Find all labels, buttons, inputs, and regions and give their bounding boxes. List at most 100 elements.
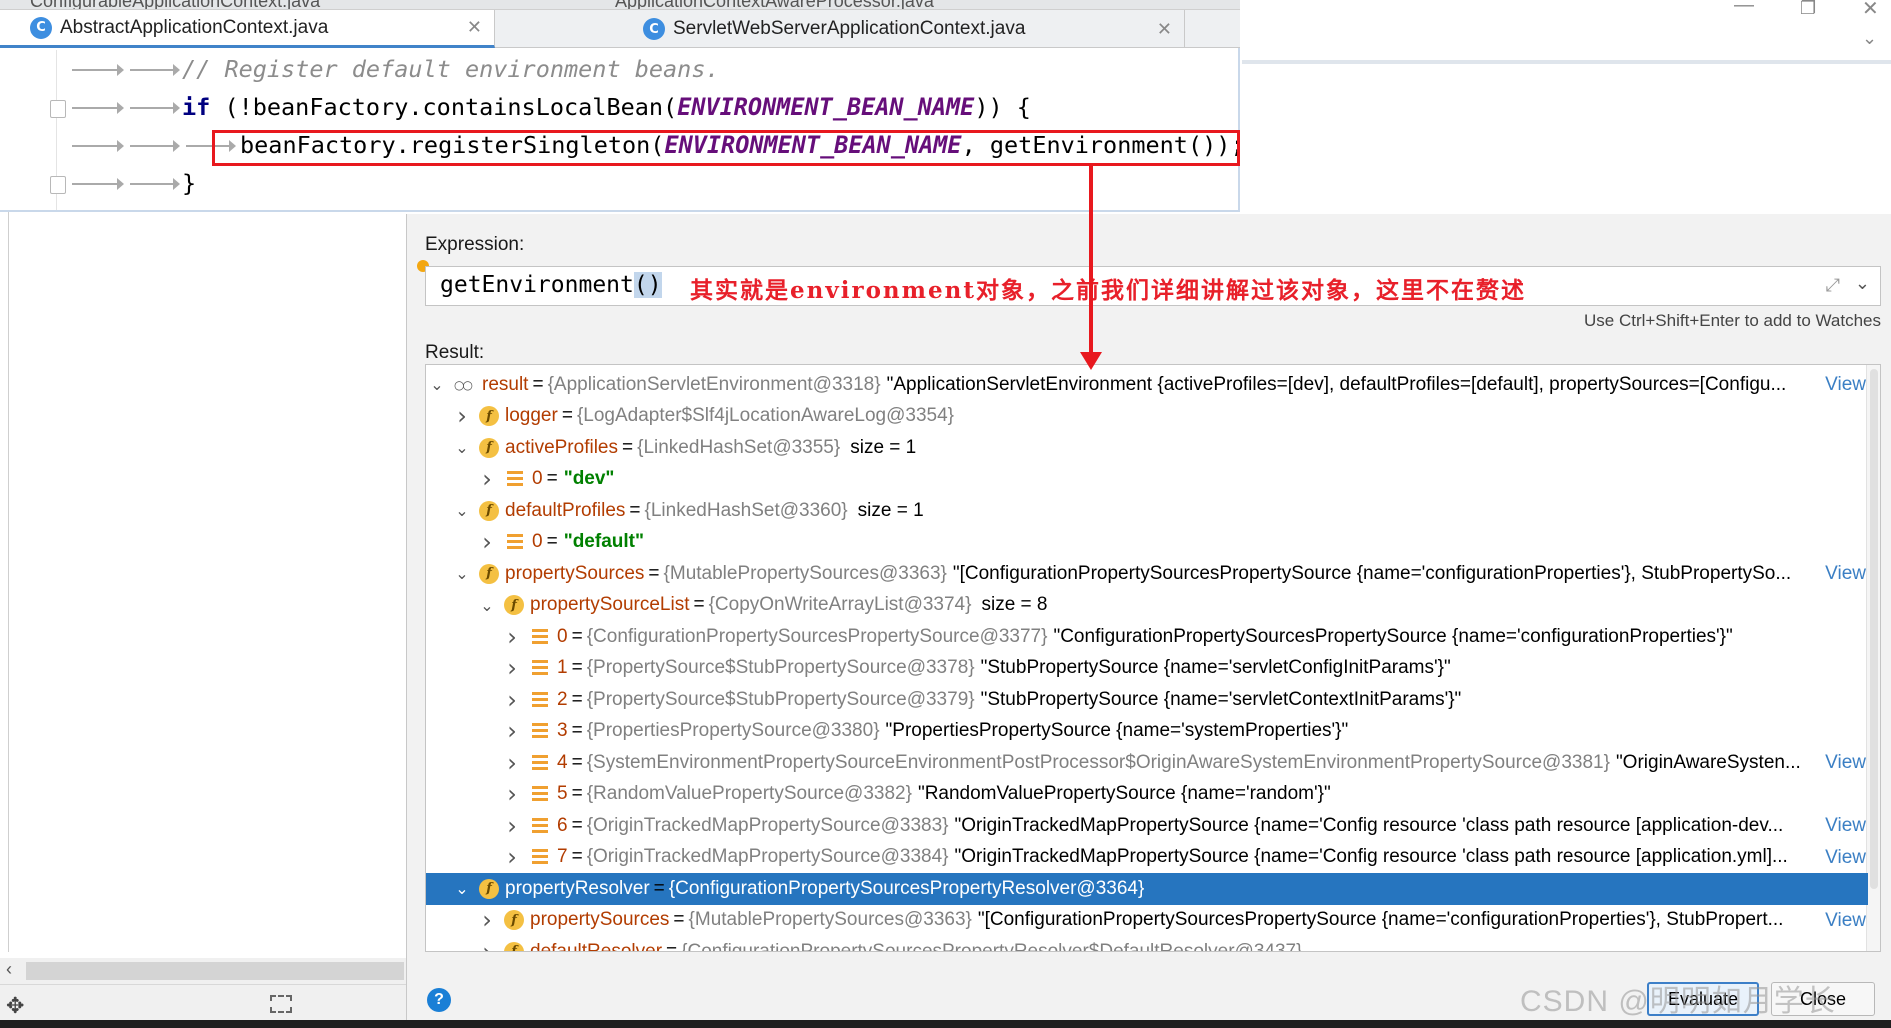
view-link[interactable]: View — [1805, 747, 1866, 779]
tab-abstract-application-context[interactable]: C AbstractApplicationContext.java ✕ — [0, 10, 495, 48]
fold-icon[interactable] — [50, 176, 66, 194]
chevron-right-icon[interactable]: › — [478, 906, 496, 934]
equals-sign: = — [653, 877, 665, 899]
result-tree[interactable]: ⌄ ○○ result = {ApplicationServletEnvironment… — [425, 364, 1881, 952]
tree-row[interactable]: ⌄ f defaultProfiles = {LinkedHashSet@3360} si… — [426, 495, 1868, 527]
chevron-right-icon[interactable]: › — [503, 812, 521, 840]
tree-row[interactable]: › f logger = {LogAdapter$Slf4jLocationAwareL… — [426, 401, 1868, 433]
close-icon[interactable]: ✕ — [467, 17, 482, 38]
expand-icon[interactable]: ⤢ — [1826, 275, 1840, 296]
object-id: {SystemEnvironmentPropertySourceEnvironm… — [586, 751, 1610, 773]
equals-sign: = — [693, 594, 705, 616]
variable-name: 3 — [557, 720, 568, 742]
scrollbar-thumb[interactable] — [26, 962, 404, 980]
chevron-right-icon[interactable]: › — [503, 686, 521, 714]
view-link[interactable]: View — [1805, 810, 1866, 842]
tree-row[interactable]: ⌄ f propertySources = {MutablePropertySource… — [426, 558, 1868, 590]
object-id: {ApplicationServletEnvironment@3318} — [547, 373, 881, 395]
variable-name: 6 — [557, 814, 568, 836]
equals-sign: = — [571, 720, 583, 742]
chevron-right-icon[interactable]: › — [503, 780, 521, 808]
tree-row[interactable]: › 0 = "default" — [426, 527, 1868, 559]
tree-row[interactable]: ⌄ ○○ result = {ApplicationServletEnvironment… — [426, 369, 1868, 401]
variable-name: propertySources — [530, 909, 670, 931]
fold-icon[interactable] — [50, 100, 66, 118]
chevron-right-icon[interactable]: › — [478, 528, 496, 556]
tree-row[interactable]: › 4 = {SystemEnvironmentPropertySourceEnvir… — [426, 747, 1868, 779]
array-element-icon — [532, 849, 548, 866]
field-icon: f — [504, 910, 524, 931]
view-link[interactable]: View — [1805, 904, 1866, 936]
equals-sign: = — [571, 657, 583, 679]
watch-icon: ○○ — [454, 377, 473, 392]
tree-row[interactable]: › 2 = {PropertySource$StubPropertySource@33… — [426, 684, 1868, 716]
tree-row[interactable]: › 5 = {RandomValuePropertySource@3382} "Rand… — [426, 779, 1868, 811]
value-summary: "ConfigurationPropertySourcesPropertySou… — [1053, 625, 1733, 647]
equals-sign: = — [571, 783, 583, 805]
editor-tab-strip: ConfigurableApplicationContext.java Appl… — [0, 0, 1240, 48]
tree-row[interactable]: › 7 = {OriginTrackedMapPropertySource@3384}… — [426, 841, 1868, 873]
field-icon: f — [479, 500, 499, 521]
view-link[interactable]: View — [1805, 369, 1866, 401]
chevron-right-icon[interactable]: › — [478, 938, 496, 951]
chevron-right-icon[interactable]: › — [453, 402, 471, 430]
object-id: {OriginTrackedMapPropertySource@3384} — [586, 846, 949, 868]
array-element-icon — [507, 534, 523, 551]
selection-icon[interactable] — [270, 995, 292, 1013]
collection-size: size = 8 — [981, 594, 1048, 616]
close-icon[interactable]: ✕ — [1157, 19, 1172, 40]
scroll-left-icon[interactable]: ‹ — [6, 959, 12, 980]
tree-row[interactable]: ⌄ f propertySourceList = {CopyOnWriteArrayLi… — [426, 590, 1868, 622]
chevron-right-icon[interactable]: › — [503, 623, 521, 651]
object-id: {OriginTrackedMapPropertySource@3383} — [586, 814, 949, 836]
chevron-down-icon[interactable]: ⌄ — [453, 879, 471, 898]
chevron-right-icon[interactable]: › — [478, 465, 496, 493]
equals-sign: = — [648, 562, 660, 584]
expression-input[interactable]: getEnvironment() 其实就是environment对象，之前我们详… — [425, 266, 1881, 306]
chevron-right-icon[interactable]: › — [503, 717, 521, 745]
chevron-right-icon[interactable]: › — [503, 749, 521, 777]
tree-row[interactable]: › 0 = "dev" — [426, 464, 1868, 496]
variable-name: propertySourceList — [530, 594, 690, 616]
vertical-scrollbar[interactable] — [1866, 365, 1880, 951]
variable-name: result — [482, 373, 529, 395]
result-label: Result: — [425, 342, 485, 363]
chevron-right-icon[interactable]: › — [503, 654, 521, 682]
variable-name: defaultResolver — [530, 940, 663, 952]
restore-icon[interactable]: ❐ — [1800, 0, 1816, 19]
chevron-down-icon[interactable]: ⌄ — [453, 438, 471, 457]
chevron-down-icon[interactable]: ⌄ — [428, 375, 446, 394]
chevron-down-icon[interactable]: ⌄ — [453, 501, 471, 520]
variable-name: 7 — [557, 846, 568, 868]
tab-configurable-application-context[interactable]: ConfigurableApplicationContext.java — [30, 0, 320, 9]
tree-row[interactable]: › f defaultResolver = {ConfigurationProperty… — [426, 936, 1868, 952]
view-link[interactable]: View — [1805, 841, 1866, 873]
view-link[interactable]: View — [1805, 558, 1866, 590]
tree-row[interactable]: ⌄ f activeProfiles = {LinkedHashSet@3355} siz… — [426, 432, 1868, 464]
minimize-icon[interactable]: — — [1734, 0, 1754, 17]
tree-row[interactable]: › 6 = {OriginTrackedMapPropertySource@3383}… — [426, 810, 1868, 842]
chevron-down-icon[interactable]: ⌄ — [453, 564, 471, 583]
close-window-icon[interactable]: ✕ — [1862, 0, 1879, 21]
array-element-icon — [532, 723, 548, 740]
expression-label: Expression: — [425, 234, 525, 255]
value-summary: "[ConfigurationPropertySourcesPropertySo… — [952, 562, 1792, 584]
tab-servlet-web-server-application-context[interactable]: C ServletWebServerApplicationContext.jav… — [495, 10, 1185, 48]
horizontal-scrollbar[interactable]: ‹ — [0, 958, 406, 984]
tree-row-selected[interactable]: ⌄ f propertyResolver = {ConfigurationPropert… — [426, 873, 1868, 905]
tree-row[interactable]: › 3 = {PropertiesPropertySource@3380} "Prope… — [426, 716, 1868, 748]
chevron-down-icon[interactable]: ⌄ — [1862, 28, 1877, 49]
move-icon[interactable]: ✥ — [6, 993, 24, 1019]
history-dropdown-icon[interactable]: ⌄ — [1855, 273, 1870, 294]
field-icon: f — [479, 437, 499, 458]
evaluate-dialog: Expression: getEnvironment() 其实就是environ… — [406, 214, 1891, 1020]
tree-row[interactable]: › 1 = {PropertySource$StubPropertySource@33… — [426, 653, 1868, 685]
variable-name: 2 — [557, 688, 568, 710]
tab-application-context-aware-processor[interactable]: ApplicationContextAwareProcessor.java — [615, 0, 934, 9]
help-button[interactable]: ? — [427, 988, 451, 1012]
tree-row[interactable]: › 0 = {ConfigurationPropertySourcesProperty… — [426, 621, 1868, 653]
chevron-down-icon[interactable]: ⌄ — [478, 596, 496, 615]
tree-row[interactable]: › f propertySources = {MutablePropertySource… — [426, 904, 1868, 936]
code-editor: ConfigurableApplicationContext.java Appl… — [0, 0, 1245, 212]
chevron-right-icon[interactable]: › — [503, 843, 521, 871]
